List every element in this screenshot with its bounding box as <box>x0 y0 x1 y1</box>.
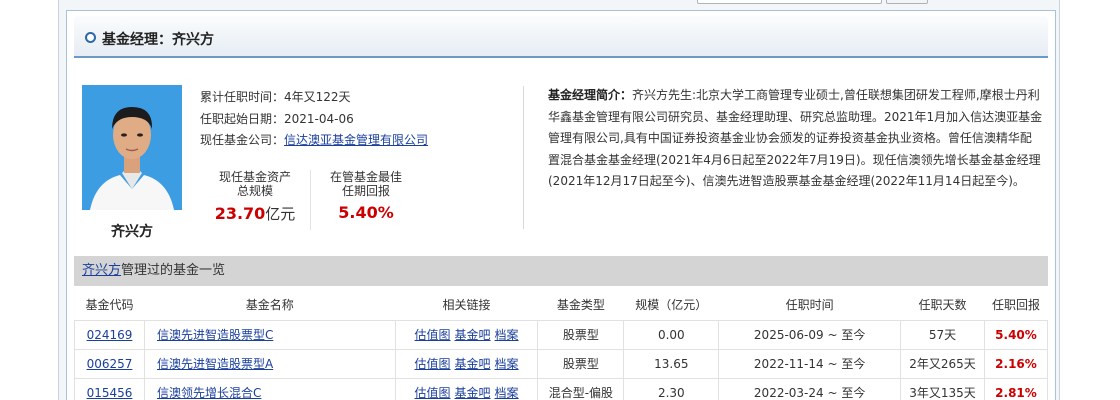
fund-size: 0.00 <box>623 319 720 350</box>
fund-type: 混合型-偏股 <box>537 377 625 400</box>
manager-bio: 基金经理简介：齐兴方先生:北京大学工商管理专业硕士,曾任联想集团研发工程师,摩根… <box>548 85 1043 193</box>
tenure-row: 累计任职时间：4年又122天 <box>200 88 351 105</box>
header-days: 任职天数 <box>900 290 985 321</box>
table-row: 015456 信澳领先增长混合C 估值图 基金吧 档案 混合型-偏股 2.30 20… <box>74 377 1049 400</box>
table-row: 024169 信澳先进智造股票型C 估值图 基金吧 档案 股票型 0.00 2025… <box>74 319 1049 350</box>
company-row: 现任基金公司：信达澳亚基金管理有限公司 <box>200 131 428 148</box>
header-links: 相关链接 <box>395 290 538 321</box>
best-return-value: 5.40% <box>338 203 394 222</box>
fund-list-title-bar: 齐兴方管理过的基金一览 <box>74 256 1048 286</box>
tenure-label: 累计任职时间： <box>200 90 285 104</box>
tenure-days: 57天 <box>900 319 985 350</box>
aum-value: 23.70 <box>214 204 266 223</box>
start-date-row: 任职起始日期：2021-04-06 <box>200 110 354 127</box>
section-title-bar: 基金经理：齐兴方 <box>74 16 1048 58</box>
tenure-return: 2.16% <box>983 348 1049 379</box>
header-size: 规模（亿元） <box>623 290 719 321</box>
fund-name-link[interactable]: 信澳先进智造股票型A <box>157 357 273 371</box>
fund-forum-link[interactable]: 基金吧 <box>455 357 491 371</box>
valuation-chart-link[interactable]: 估值图 <box>415 386 451 400</box>
tenure-return: 2.81% <box>983 377 1049 400</box>
company-link[interactable]: 信达澳亚基金管理有限公司 <box>284 133 428 147</box>
best-return-label-line1: 在管基金最佳 <box>329 170 402 184</box>
table-header-row: 基金代码 基金名称 相关链接 基金类型 规模（亿元） 任职时间 任职天数 任职回… <box>74 290 1048 321</box>
tenure-period: 2025-06-09 ~ 至今 <box>718 319 902 350</box>
circle-bullet-icon <box>85 32 96 43</box>
fund-type: 股票型 <box>537 319 625 350</box>
fund-table: 基金代码 基金名称 相关链接 基金类型 规模（亿元） 任职时间 任职天数 任职回… <box>74 290 1049 400</box>
tenure-days: 3年又135天 <box>900 377 985 400</box>
fund-list-title: 管理过的基金一览 <box>121 263 226 278</box>
header-period: 任职时间 <box>718 290 901 321</box>
best-return-stat: 在管基金最佳 任期回报 5.40% <box>311 170 421 222</box>
valuation-chart-link[interactable]: 估值图 <box>415 328 451 342</box>
fund-profile-link[interactable]: 档案 <box>495 386 519 400</box>
start-date-label: 任职起始日期： <box>200 112 285 126</box>
fund-code-link[interactable]: 024169 <box>87 328 133 342</box>
fund-name-link[interactable]: 信澳领先增长混合C <box>157 386 261 400</box>
fund-code-link[interactable]: 015456 <box>87 386 133 400</box>
fund-size: 13.65 <box>623 348 720 379</box>
aum-stat: 现任基金资产 总规模 23.70亿元 <box>200 170 310 224</box>
aum-label-line2: 总规模 <box>236 184 273 198</box>
header-return: 任职回报 <box>984 290 1048 321</box>
tenure-days: 2年又265天 <box>900 348 985 379</box>
fund-profile-link[interactable]: 档案 <box>495 328 519 342</box>
tenure-return: 5.40% <box>983 319 1049 350</box>
valuation-chart-link[interactable]: 估值图 <box>415 357 451 371</box>
search-button[interactable] <box>886 0 928 4</box>
bio-label: 基金经理简介： <box>548 88 633 102</box>
fund-type: 股票型 <box>537 348 625 379</box>
manager-name-link[interactable]: 齐兴方 <box>82 263 121 278</box>
tenure-period: 2022-11-14 ~ 至今 <box>718 348 902 379</box>
header-code: 基金代码 <box>74 290 145 321</box>
fund-code-link[interactable]: 006257 <box>87 357 133 371</box>
fund-profile-link[interactable]: 档案 <box>495 357 519 371</box>
table-row: 006257 信澳先进智造股票型A 估值图 基金吧 档案 股票型 13.65 202… <box>74 348 1049 379</box>
fund-forum-link[interactable]: 基金吧 <box>455 386 491 400</box>
manager-name: 齐兴方 <box>111 224 153 240</box>
start-date-value: 2021-04-06 <box>284 112 354 126</box>
tenure-value: 4年又122天 <box>284 90 351 104</box>
header-type: 基金类型 <box>537 290 624 321</box>
search-input[interactable] <box>697 0 882 4</box>
tenure-period: 2022-03-24 ~ 至今 <box>718 377 902 400</box>
header-name: 基金名称 <box>144 290 396 321</box>
manager-photo <box>82 85 182 210</box>
best-return-label-line2: 任期回报 <box>341 184 390 198</box>
info-divider <box>523 86 524 229</box>
fund-name-link[interactable]: 信澳先进智造股票型C <box>157 328 273 342</box>
fund-forum-link[interactable]: 基金吧 <box>455 328 491 342</box>
aum-unit: 亿元 <box>265 205 296 223</box>
section-title: 基金经理：齐兴方 <box>102 32 214 48</box>
company-label: 现任基金公司： <box>200 133 285 147</box>
fund-size: 2.30 <box>623 377 720 400</box>
aum-label-line1: 现任基金资产 <box>218 170 291 184</box>
bio-text: 齐兴方先生:北京大学工商管理专业硕士,曾任联想集团研发工程师,摩根士丹利华鑫基金… <box>548 88 1043 188</box>
